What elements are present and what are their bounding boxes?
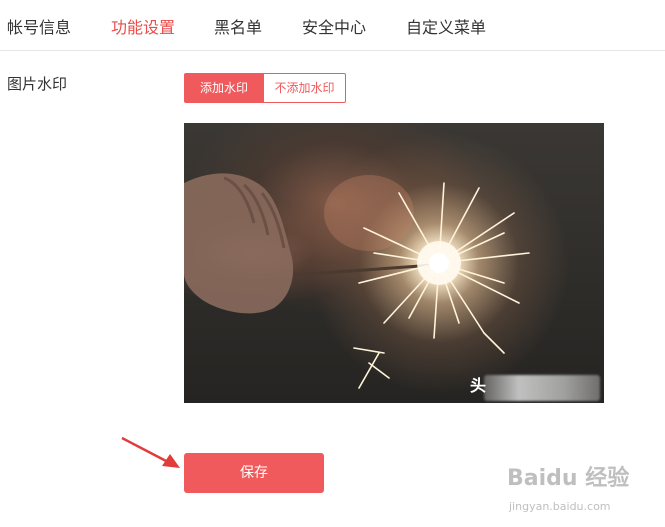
tab-function-settings[interactable]: 功能设置 (111, 17, 175, 39)
save-button[interactable]: 保存 (184, 453, 324, 493)
add-watermark-option[interactable]: 添加水印 (184, 73, 264, 103)
baidu-site-url: jingyan.baidu.com (509, 500, 611, 513)
tab-blacklist[interactable]: 黑名单 (214, 17, 262, 39)
tab-custom-menu[interactable]: 自定义菜单 (406, 17, 486, 39)
baidu-jingyan-watermark: Baidu 经验 jingyan.baidu.com (505, 460, 655, 520)
sparkler-illustration (184, 173, 530, 389)
no-watermark-option[interactable]: 不添加水印 (264, 73, 346, 103)
image-watermark-label: 图片水印 (7, 75, 68, 93)
watermark-toggle: 添加水印 不添加水印 (184, 73, 346, 103)
preview-image: 头 (184, 123, 604, 403)
baidu-logo: Baidu 经验 (507, 466, 630, 491)
watermark-text: 头 (470, 376, 487, 395)
arrow-annotation-icon (121, 436, 180, 468)
tab-bar: 帐号信息 功能设置 黑名单 安全中心 自定义菜单 (0, 0, 665, 51)
tab-security-center[interactable]: 安全中心 (302, 17, 366, 39)
hand-shape (184, 173, 294, 314)
watermark-blur (484, 375, 600, 401)
tab-account-info[interactable]: 帐号信息 (7, 17, 71, 39)
